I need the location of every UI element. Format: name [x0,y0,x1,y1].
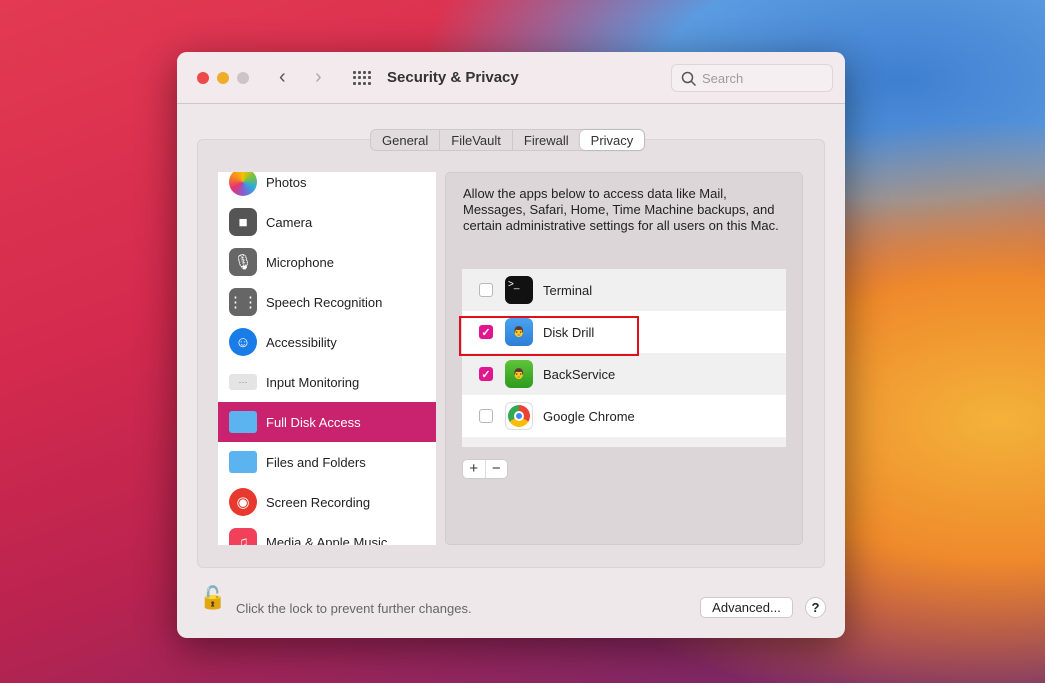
back-icon[interactable]: ‹ [279,66,286,89]
sidebar-item-label: Media & Apple Music [266,534,388,546]
lock-icon[interactable]: 🔓 [199,585,226,611]
tab-firewall[interactable]: Firewall [513,130,580,150]
sidebar-item-photos[interactable]: Photos [218,172,436,202]
tab-privacy[interactable]: Privacy [579,130,645,150]
search-placeholder: Search [702,71,744,86]
sidebar-item-label: Input Monitoring [266,374,360,390]
list-item[interactable] [462,437,786,447]
folder-icon [229,451,257,473]
title-bar: ‹ › Security & Privacy Search [177,52,845,104]
chrome-icon [505,402,533,430]
list-item[interactable]: ✓ 👨 BackService [462,353,786,395]
app-name: BackService [543,366,616,382]
waveform-icon: ⋮⋮ [228,288,258,316]
sidebar-item-label: Accessibility [266,334,337,350]
app-name: Google Chrome [543,408,635,424]
advanced-button[interactable]: Advanced... [700,597,793,618]
lock-text: Click the lock to prevent further change… [236,601,472,616]
terminal-checkbox[interactable] [479,283,493,297]
remove-button[interactable]: − [486,460,508,478]
sidebar-item-label: Speech Recognition [266,294,383,310]
minimize-button[interactable] [217,72,229,84]
tab-filevault[interactable]: FileVault [440,130,513,150]
accessibility-icon: ☺ [229,328,257,356]
window-title: Security & Privacy [387,69,519,86]
sidebar-item-label: Microphone [266,254,334,270]
camera-icon: ■ [229,208,257,236]
sidebar-item-full-disk-access[interactable]: Full Disk Access [218,402,436,442]
highlight-box [459,316,639,356]
sidebar-item-label: Screen Recording [266,494,371,510]
backservice-checkbox[interactable]: ✓ [479,367,493,381]
forward-icon[interactable]: › [315,66,322,89]
list-item[interactable]: >_ Terminal [462,269,786,311]
sidebar-item-files-and-folders[interactable]: Files and Folders [218,442,436,482]
sidebar-item-microphone[interactable]: 🎙 Microphone [218,242,436,282]
sidebar-item-accessibility[interactable]: ☺ Accessibility [218,322,436,362]
sidebar-item-label: Photos [266,174,307,190]
app-permissions-pane: Allow the apps below to access data like… [445,172,803,545]
search-icon [681,71,697,87]
music-icon: ♫ [229,528,257,545]
add-remove-control: + − [462,459,508,479]
microphone-icon: 🎙 [229,248,257,276]
sidebar-item-label: Full Disk Access [266,414,361,430]
sidebar-item-label: Camera [266,214,313,230]
list-item[interactable]: Google Chrome [462,395,786,437]
sidebar-item-label: Files and Folders [266,454,366,470]
tab-bar: General FileVault Firewall Privacy [370,129,646,151]
tab-general[interactable]: General [371,130,441,150]
app-name: Terminal [543,282,593,298]
permission-description: Allow the apps below to access data like… [463,186,779,233]
sidebar-item-camera[interactable]: ■ Camera [218,202,436,242]
sidebar-item-speech-recognition[interactable]: ⋮⋮ Speech Recognition [218,282,436,322]
record-icon: ◉ [229,488,257,516]
photos-icon [229,172,257,196]
privacy-category-list[interactable]: Photos ■ Camera 🎙 Microphone ⋮⋮ Speech Reco… [218,172,436,545]
chrome-checkbox[interactable] [479,409,493,423]
app-list[interactable]: >_ Terminal ✓ 👨 Disk Drill ✓ 👨 BackService Go… [462,269,786,447]
sidebar-item-input-monitoring[interactable]: ⋯ Input Monitoring [218,362,436,402]
sidebar-item-media-apple-music[interactable]: ♫ Media & Apple Music [218,522,436,545]
help-button[interactable]: ? [805,597,826,618]
folder-icon [229,411,257,433]
search-input[interactable]: Search [671,64,833,92]
security-privacy-window: ‹ › Security & Privacy Search General Fi… [177,52,845,638]
add-button[interactable]: + [463,460,486,478]
keyboard-icon: ⋯ [229,374,257,390]
backservice-icon: 👨 [505,360,533,388]
zoom-button[interactable] [237,72,249,84]
terminal-icon: >_ [505,276,533,304]
close-button[interactable] [197,72,209,84]
show-all-grid-icon[interactable] [353,71,371,85]
sidebar-item-screen-recording[interactable]: ◉ Screen Recording [218,482,436,522]
